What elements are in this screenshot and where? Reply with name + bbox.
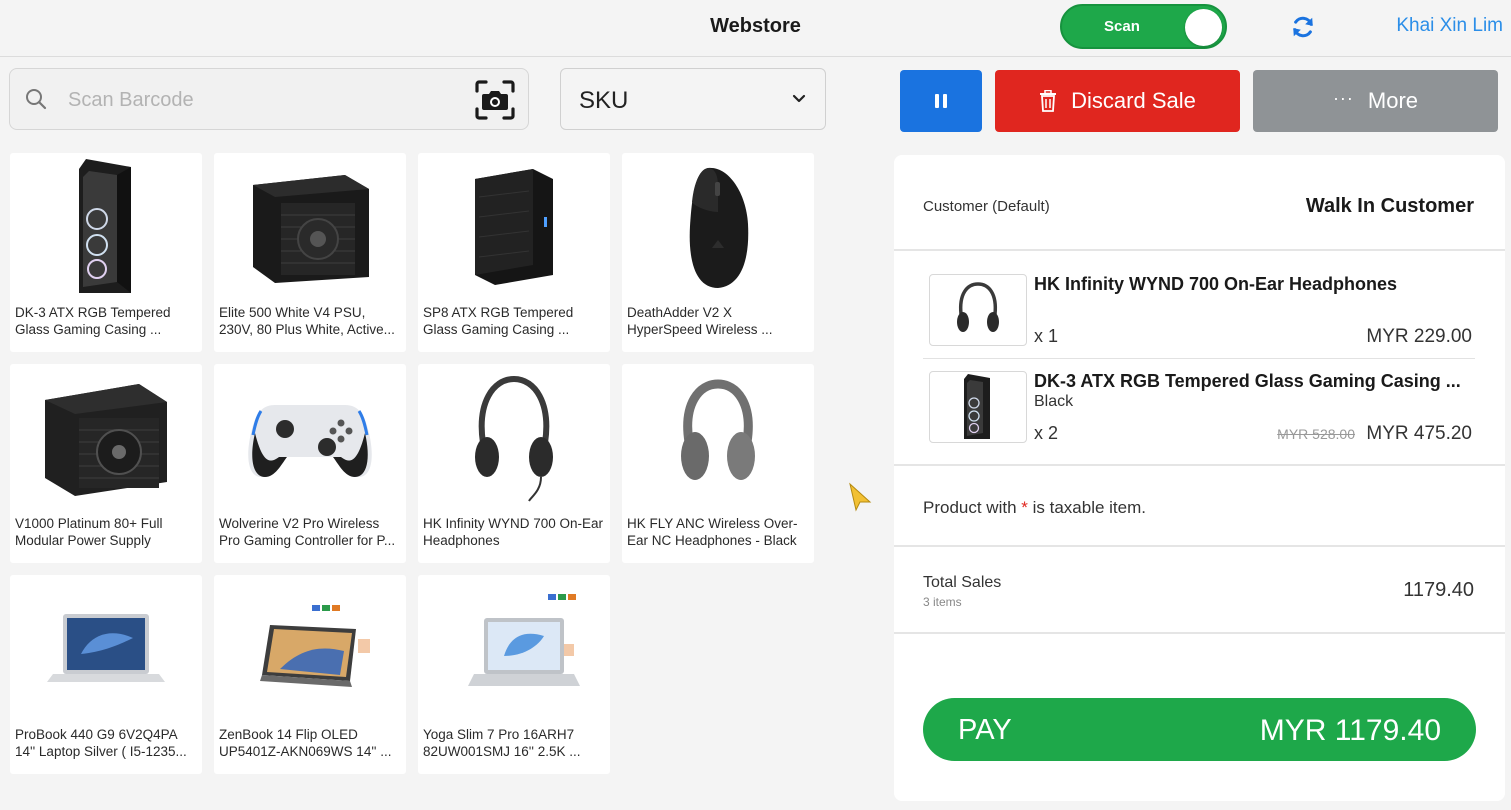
product-name: DeathAdder V2 X HyperSpeed Wireless ... xyxy=(627,305,773,337)
product-name: DK-3 ATX RGB Tempered Glass Gaming Casin… xyxy=(15,305,171,337)
product-name: Wolverine V2 Pro Wireless Pro Gaming Con… xyxy=(219,516,396,548)
product-card[interactable]: V1000 Platinum 80+ Full Modular Power Su… xyxy=(10,364,202,563)
product-name: Yoga Slim 7 Pro 16ARH7 82UW001SMJ 16'' 2… xyxy=(423,727,581,759)
product-card[interactable]: Elite 500 White V4 PSU, 230V, 80 Plus Wh… xyxy=(214,153,406,352)
trash-icon xyxy=(1040,90,1057,112)
customer-row[interactable]: Customer (Default) Walk In Customer xyxy=(894,155,1505,251)
cart-line-title: HK Infinity WYND 700 On-Ear Headphones xyxy=(1034,274,1398,294)
pay-amount: MYR 1179.40 xyxy=(1259,714,1441,747)
product-card[interactable]: ZenBook 14 Flip OLED UP5401Z-AKN069WS 14… xyxy=(214,575,406,774)
divider xyxy=(894,464,1505,466)
search-type-value: SKU xyxy=(579,87,629,114)
pause-sale-button[interactable] xyxy=(900,70,982,132)
laptop-icon xyxy=(10,575,202,723)
cart-line-price: MYR 475.20 xyxy=(1366,423,1472,444)
pay-button[interactable]: PAY MYR 1179.40 xyxy=(923,698,1476,761)
headphones-icon xyxy=(622,364,814,512)
product-card[interactable]: HK Infinity WYND 700 On-Ear Headphones xyxy=(418,364,610,563)
product-name: Elite 500 White V4 PSU, 230V, 80 Plus Wh… xyxy=(219,305,395,337)
cart-line-item[interactable]: DK-3 ATX RGB Tempered Glass Gaming Casin… xyxy=(923,371,1475,467)
pc-case-icon xyxy=(418,153,610,301)
total-sales-label: Total Sales xyxy=(923,574,1002,591)
divider xyxy=(894,632,1505,634)
customer-label: Customer (Default) xyxy=(923,198,1050,215)
cart-line-qty: x 1 xyxy=(1034,326,1059,346)
product-card[interactable]: Yoga Slim 7 Pro 16ARH7 82UW001SMJ 16'' 2… xyxy=(418,575,610,774)
refresh-icon[interactable] xyxy=(1290,14,1316,40)
pay-label: PAY xyxy=(958,714,1012,746)
pc-case-icon xyxy=(10,153,202,301)
power-supply-icon xyxy=(214,153,406,301)
search-icon xyxy=(26,89,47,110)
barcode-search-input[interactable] xyxy=(68,83,458,117)
page-title: Webstore xyxy=(710,15,801,37)
chevron-down-icon xyxy=(792,94,806,103)
more-dots-icon: ··· xyxy=(1332,87,1354,108)
product-card[interactable]: SP8 ATX RGB Tempered Glass Gaming Casing… xyxy=(418,153,610,352)
search-type-select[interactable]: SKU xyxy=(560,68,826,130)
tax-note: Product with * is taxable item. xyxy=(923,498,1146,517)
total-sales-value: 1179.40 xyxy=(1403,579,1474,601)
product-name: HK FLY ANC Wireless Over-Ear NC Headphon… xyxy=(627,516,798,548)
pc-case-icon xyxy=(929,371,1027,443)
mouse-cursor-icon xyxy=(849,482,872,512)
cart-line-original-price: MYR 528.00 xyxy=(1277,426,1355,442)
search-box xyxy=(9,68,529,130)
product-card[interactable]: HK FLY ANC Wireless Over-Ear NC Headphon… xyxy=(622,364,814,563)
gamepad-icon xyxy=(214,364,406,512)
user-name-link[interactable]: Khai Xin Lim xyxy=(1396,15,1503,37)
top-bar: Webstore Scan Khai Xin Lim xyxy=(0,0,1511,57)
total-items-count: 3 items xyxy=(923,595,962,609)
cart-panel: Customer (Default) Walk In Customer HK I… xyxy=(894,155,1505,801)
more-label: More xyxy=(1367,88,1419,113)
toggle-knob xyxy=(1185,9,1222,46)
headphones-icon xyxy=(418,364,610,512)
laptop-icon xyxy=(418,575,610,723)
product-card[interactable]: ProBook 440 G9 6V2Q4PA 14'' Laptop Silve… xyxy=(10,575,202,774)
power-supply-icon xyxy=(10,364,202,512)
cart-line-qty: x 2 xyxy=(1034,423,1059,443)
scan-toggle-label: Scan xyxy=(1104,18,1140,35)
divider xyxy=(923,358,1475,359)
cart-line-item[interactable]: HK Infinity WYND 700 On-Ear Headphones x… xyxy=(923,274,1475,370)
cart-line-title: DK-3 ATX RGB Tempered Glass Gaming Casin… xyxy=(1034,371,1461,391)
scan-toggle[interactable]: Scan xyxy=(1060,4,1227,49)
laptop-icon xyxy=(214,575,406,723)
product-card[interactable]: Wolverine V2 Pro Wireless Pro Gaming Con… xyxy=(214,364,406,563)
camera-scan-icon[interactable] xyxy=(473,78,517,122)
discard-sale-label: Discard Sale xyxy=(1071,88,1196,113)
product-name: ZenBook 14 Flip OLED UP5401Z-AKN069WS 14… xyxy=(219,727,392,759)
product-card[interactable]: DK-3 ATX RGB Tempered Glass Gaming Casin… xyxy=(10,153,202,352)
product-name: HK Infinity WYND 700 On-Ear Headphones xyxy=(423,516,604,548)
divider xyxy=(894,545,1505,547)
cart-line-variant: Black xyxy=(1034,393,1074,410)
customer-name: Walk In Customer xyxy=(1305,195,1474,217)
product-name: ProBook 440 G9 6V2Q4PA 14'' Laptop Silve… xyxy=(15,727,187,759)
more-button[interactable]: ··· More xyxy=(1253,70,1498,132)
discard-sale-button[interactable]: Discard Sale xyxy=(995,70,1240,132)
product-name: SP8 ATX RGB Tempered Glass Gaming Casing… xyxy=(423,305,574,337)
product-card[interactable]: DeathAdder V2 X HyperSpeed Wireless ... xyxy=(622,153,814,352)
headphones-icon xyxy=(929,274,1027,346)
product-name: V1000 Platinum 80+ Full Modular Power Su… xyxy=(15,516,163,548)
cart-line-price: MYR 229.00 xyxy=(1366,326,1472,347)
mouse-icon xyxy=(622,153,814,301)
